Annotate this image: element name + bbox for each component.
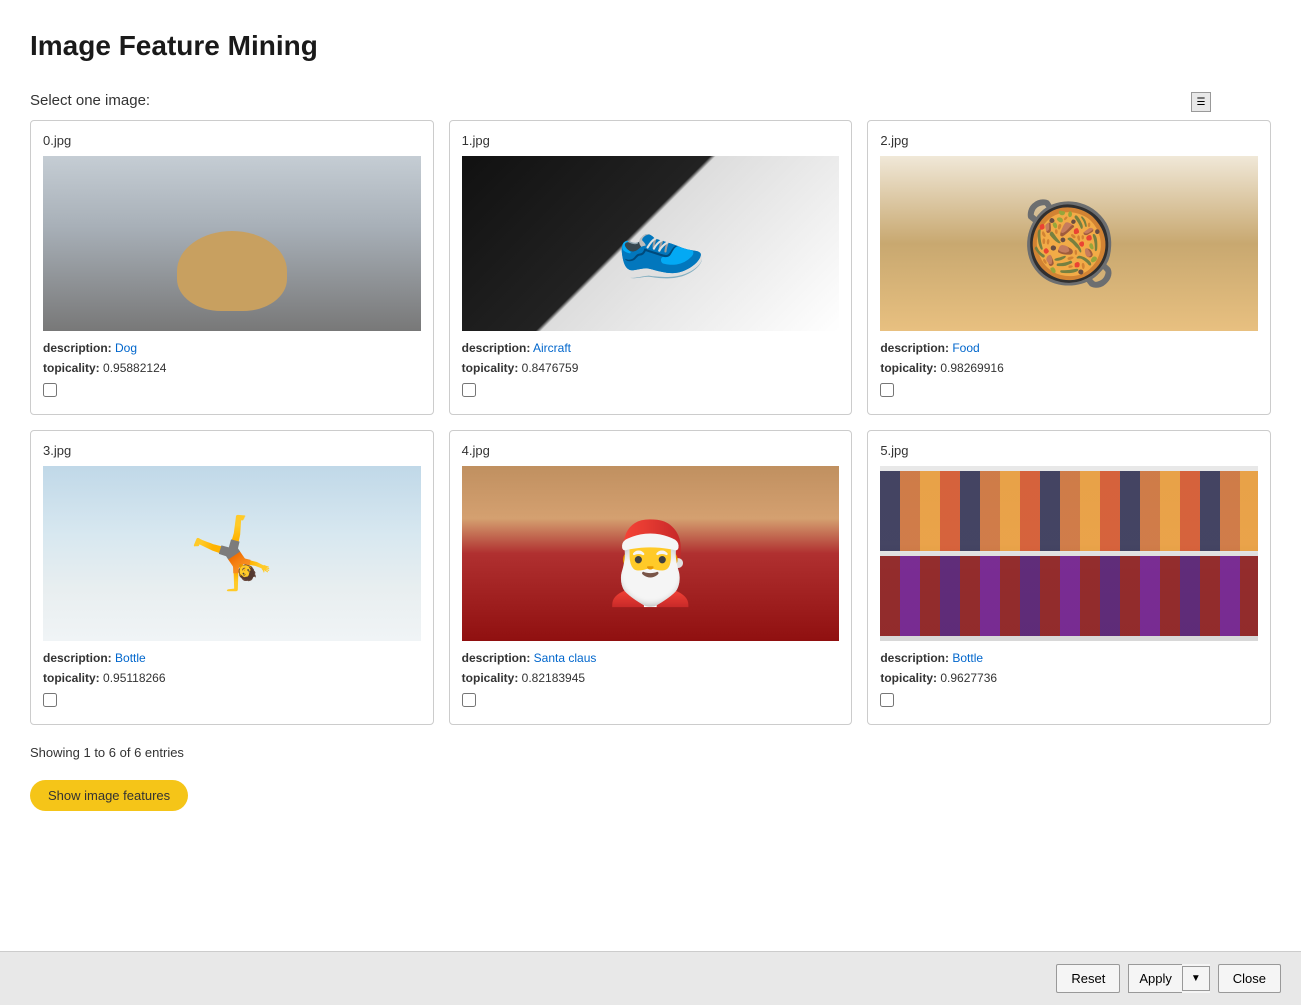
reset-button[interactable]: Reset — [1056, 964, 1120, 993]
card-0-desc-label: description: — [43, 341, 112, 355]
footer-bar: Reset Apply ▼ Close — [0, 951, 1301, 1005]
card-0-checkbox[interactable] — [43, 383, 57, 397]
card-3-top-label: topicality: — [43, 671, 100, 685]
card-0-top-label: topicality: — [43, 361, 100, 375]
card-2-top-value: 0.98269916 — [940, 361, 1003, 375]
card-5-desc-value: Bottle — [952, 651, 983, 665]
card-4-image — [462, 466, 840, 641]
image-card-1: 1.jpg description: Aircraft topicality: … — [449, 120, 853, 415]
card-4-top-value: 0.82183945 — [522, 671, 585, 685]
image-card-3: 3.jpg description: Bottle topicality: 0.… — [30, 430, 434, 725]
card-3-desc-label: description: — [43, 651, 112, 665]
apply-button-group: Apply ▼ — [1128, 964, 1209, 993]
card-0-title: 0.jpg — [43, 133, 421, 148]
card-0-image — [43, 156, 421, 331]
card-0-description: description: Dog — [43, 341, 421, 355]
card-1-description: description: Aircraft — [462, 341, 840, 355]
section-label: Select one image: — [30, 92, 150, 109]
card-5-topicality: topicality: 0.9627736 — [880, 671, 1258, 685]
card-2-checkbox[interactable] — [880, 383, 894, 397]
image-grid: 0.jpg description: Dog topicality: 0.958… — [30, 120, 1271, 725]
card-5-checkbox[interactable] — [880, 693, 894, 707]
image-card-5: 5.jpg description: Bottle topicality: 0.… — [867, 430, 1271, 725]
card-3-description: description: Bottle — [43, 651, 421, 665]
close-button[interactable]: Close — [1218, 964, 1281, 993]
card-3-desc-value: Bottle — [115, 651, 146, 665]
card-1-checkbox[interactable] — [462, 383, 476, 397]
card-2-title: 2.jpg — [880, 133, 1258, 148]
card-2-topicality: topicality: 0.98269916 — [880, 361, 1258, 375]
card-1-desc-value: Aircraft — [533, 341, 571, 355]
apply-button[interactable]: Apply — [1128, 964, 1182, 993]
image-card-4: 4.jpg description: Santa claus topicalit… — [449, 430, 853, 725]
card-4-title: 4.jpg — [462, 443, 840, 458]
image-card-0: 0.jpg description: Dog topicality: 0.958… — [30, 120, 434, 415]
card-5-top-label: topicality: — [880, 671, 937, 685]
card-0-topicality: topicality: 0.95882124 — [43, 361, 421, 375]
card-4-top-label: topicality: — [462, 671, 519, 685]
show-image-features-button[interactable]: Show image features — [30, 780, 188, 811]
apply-dropdown-arrow[interactable]: ▼ — [1182, 966, 1210, 991]
image-card-2: 2.jpg description: Food topicality: 0.98… — [867, 120, 1271, 415]
card-3-topicality: topicality: 0.95118266 — [43, 671, 421, 685]
card-1-topicality: topicality: 0.8476759 — [462, 361, 840, 375]
card-1-top-value: 0.8476759 — [522, 361, 579, 375]
card-2-top-label: topicality: — [880, 361, 937, 375]
card-4-checkbox[interactable] — [462, 693, 476, 707]
page-title: Image Feature Mining — [30, 30, 1271, 62]
card-2-description: description: Food — [880, 341, 1258, 355]
card-1-title: 1.jpg — [462, 133, 840, 148]
card-3-top-value: 0.95118266 — [103, 671, 166, 685]
card-2-desc-value: Food — [952, 341, 979, 355]
card-4-desc-label: description: — [462, 651, 531, 665]
card-0-top-value: 0.95882124 — [103, 361, 166, 375]
card-4-topicality: topicality: 0.82183945 — [462, 671, 840, 685]
card-1-top-label: topicality: — [462, 361, 519, 375]
card-1-desc-label: description: — [462, 341, 531, 355]
card-5-image — [880, 466, 1258, 641]
card-5-title: 5.jpg — [880, 443, 1258, 458]
card-3-checkbox[interactable] — [43, 693, 57, 707]
card-2-desc-label: description: — [880, 341, 949, 355]
card-1-image — [462, 156, 840, 331]
card-4-desc-value: Santa claus — [534, 651, 597, 665]
card-3-title: 3.jpg — [43, 443, 421, 458]
card-5-top-value: 0.9627736 — [940, 671, 997, 685]
card-5-description: description: Bottle — [880, 651, 1258, 665]
pagination-info: Showing 1 to 6 of 6 entries — [30, 745, 1271, 760]
card-4-description: description: Santa claus — [462, 651, 840, 665]
menu-button[interactable]: ☰ — [1191, 92, 1211, 112]
card-0-desc-value: Dog — [115, 341, 137, 355]
card-5-desc-label: description: — [880, 651, 949, 665]
card-3-image — [43, 466, 421, 641]
card-2-image — [880, 156, 1258, 331]
